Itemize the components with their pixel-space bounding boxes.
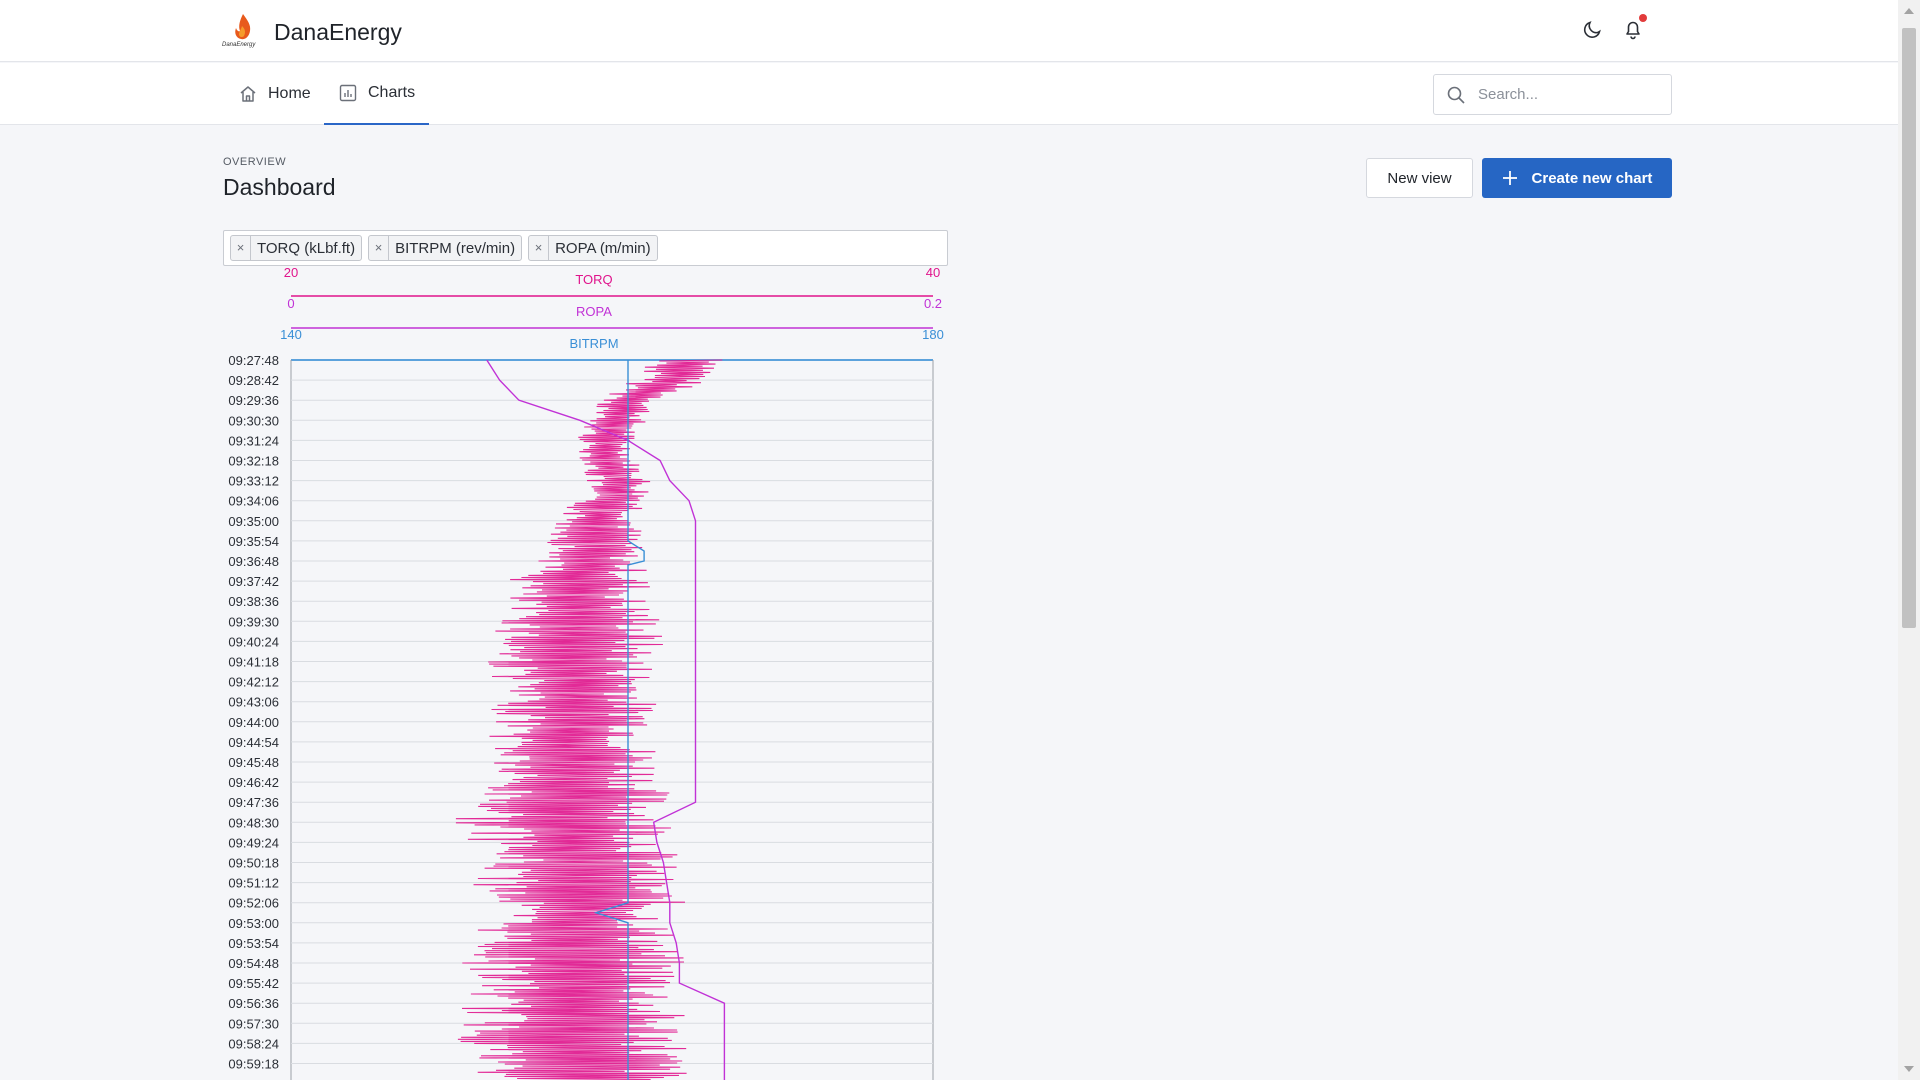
axis-max-label: 0.2 [924, 296, 942, 311]
time-tick-label: 09:41:18 [228, 655, 279, 670]
time-tick-label: 09:35:00 [228, 514, 279, 529]
axis-name-label: ROPA [576, 304, 612, 319]
time-tick-label: 09:45:48 [228, 755, 279, 770]
scroll-up-arrow-icon[interactable] [1904, 8, 1914, 14]
axis-min-label: 0 [287, 296, 294, 311]
time-tick-label: 09:37:42 [228, 574, 279, 589]
time-tick-label: 09:56:36 [228, 996, 279, 1011]
time-tick-label: 09:29:36 [228, 393, 279, 408]
time-tick-label: 09:51:12 [228, 876, 279, 891]
time-tick-label: 09:53:54 [228, 936, 279, 951]
time-tick-label: 09:57:30 [228, 1016, 279, 1031]
time-tick-label: 09:39:30 [228, 614, 279, 629]
scroll-down-arrow-icon[interactable] [1904, 1066, 1914, 1072]
time-tick-label: 09:34:06 [228, 494, 279, 509]
well-log-chart[interactable]: 20 40 TORQ 0 0.2 ROPA 140 180 BITRPM 09:27:48 09:2… [0, 0, 1898, 1080]
time-tick-label: 09:30:30 [228, 413, 279, 428]
axis-min-label: 20 [284, 265, 298, 280]
time-tick-label: 09:28:42 [228, 373, 279, 388]
time-tick-label: 09:33:12 [228, 474, 279, 489]
time-tick-label: 09:54:48 [228, 956, 279, 971]
time-tick-label: 09:55:42 [228, 976, 279, 991]
time-tick-label: 09:38:36 [228, 594, 279, 609]
time-tick-label: 09:40:24 [228, 634, 279, 649]
time-tick-label: 09:49:24 [228, 835, 279, 850]
torq-series-line [455, 359, 723, 1080]
time-tick-label: 09:32:18 [228, 454, 279, 469]
time-tick-label: 09:58:24 [228, 1036, 279, 1051]
time-tick-label: 09:59:18 [228, 1057, 279, 1072]
time-tick-label: 09:44:54 [228, 735, 279, 750]
time-tick-label: 09:50:18 [228, 856, 279, 871]
time-tick-label: 09:27:48 [228, 353, 279, 368]
scroll-thumb[interactable] [1902, 28, 1916, 628]
scrollbar[interactable] [1898, 0, 1920, 1080]
axis-max-label: 180 [922, 327, 944, 342]
time-tick-label: 09:53:00 [228, 916, 279, 931]
time-tick-label: 09:35:54 [228, 534, 279, 549]
axis-min-label: 140 [280, 327, 302, 342]
time-tick-label: 09:44:00 [228, 715, 279, 730]
time-tick-label: 09:43:06 [228, 695, 279, 710]
time-tick-label: 09:42:12 [228, 675, 279, 690]
time-tick-label: 09:46:42 [228, 775, 279, 790]
time-tick-label: 09:48:30 [228, 815, 279, 830]
axis-max-label: 40 [926, 265, 940, 280]
time-tick-label: 09:47:36 [228, 795, 279, 810]
axis-name-label: BITRPM [569, 336, 618, 351]
time-tick-label: 09:36:48 [228, 554, 279, 569]
time-tick-label: 09:31:24 [228, 433, 279, 448]
time-tick-label: 09:52:06 [228, 896, 279, 911]
axis-name-label: TORQ [575, 272, 612, 287]
